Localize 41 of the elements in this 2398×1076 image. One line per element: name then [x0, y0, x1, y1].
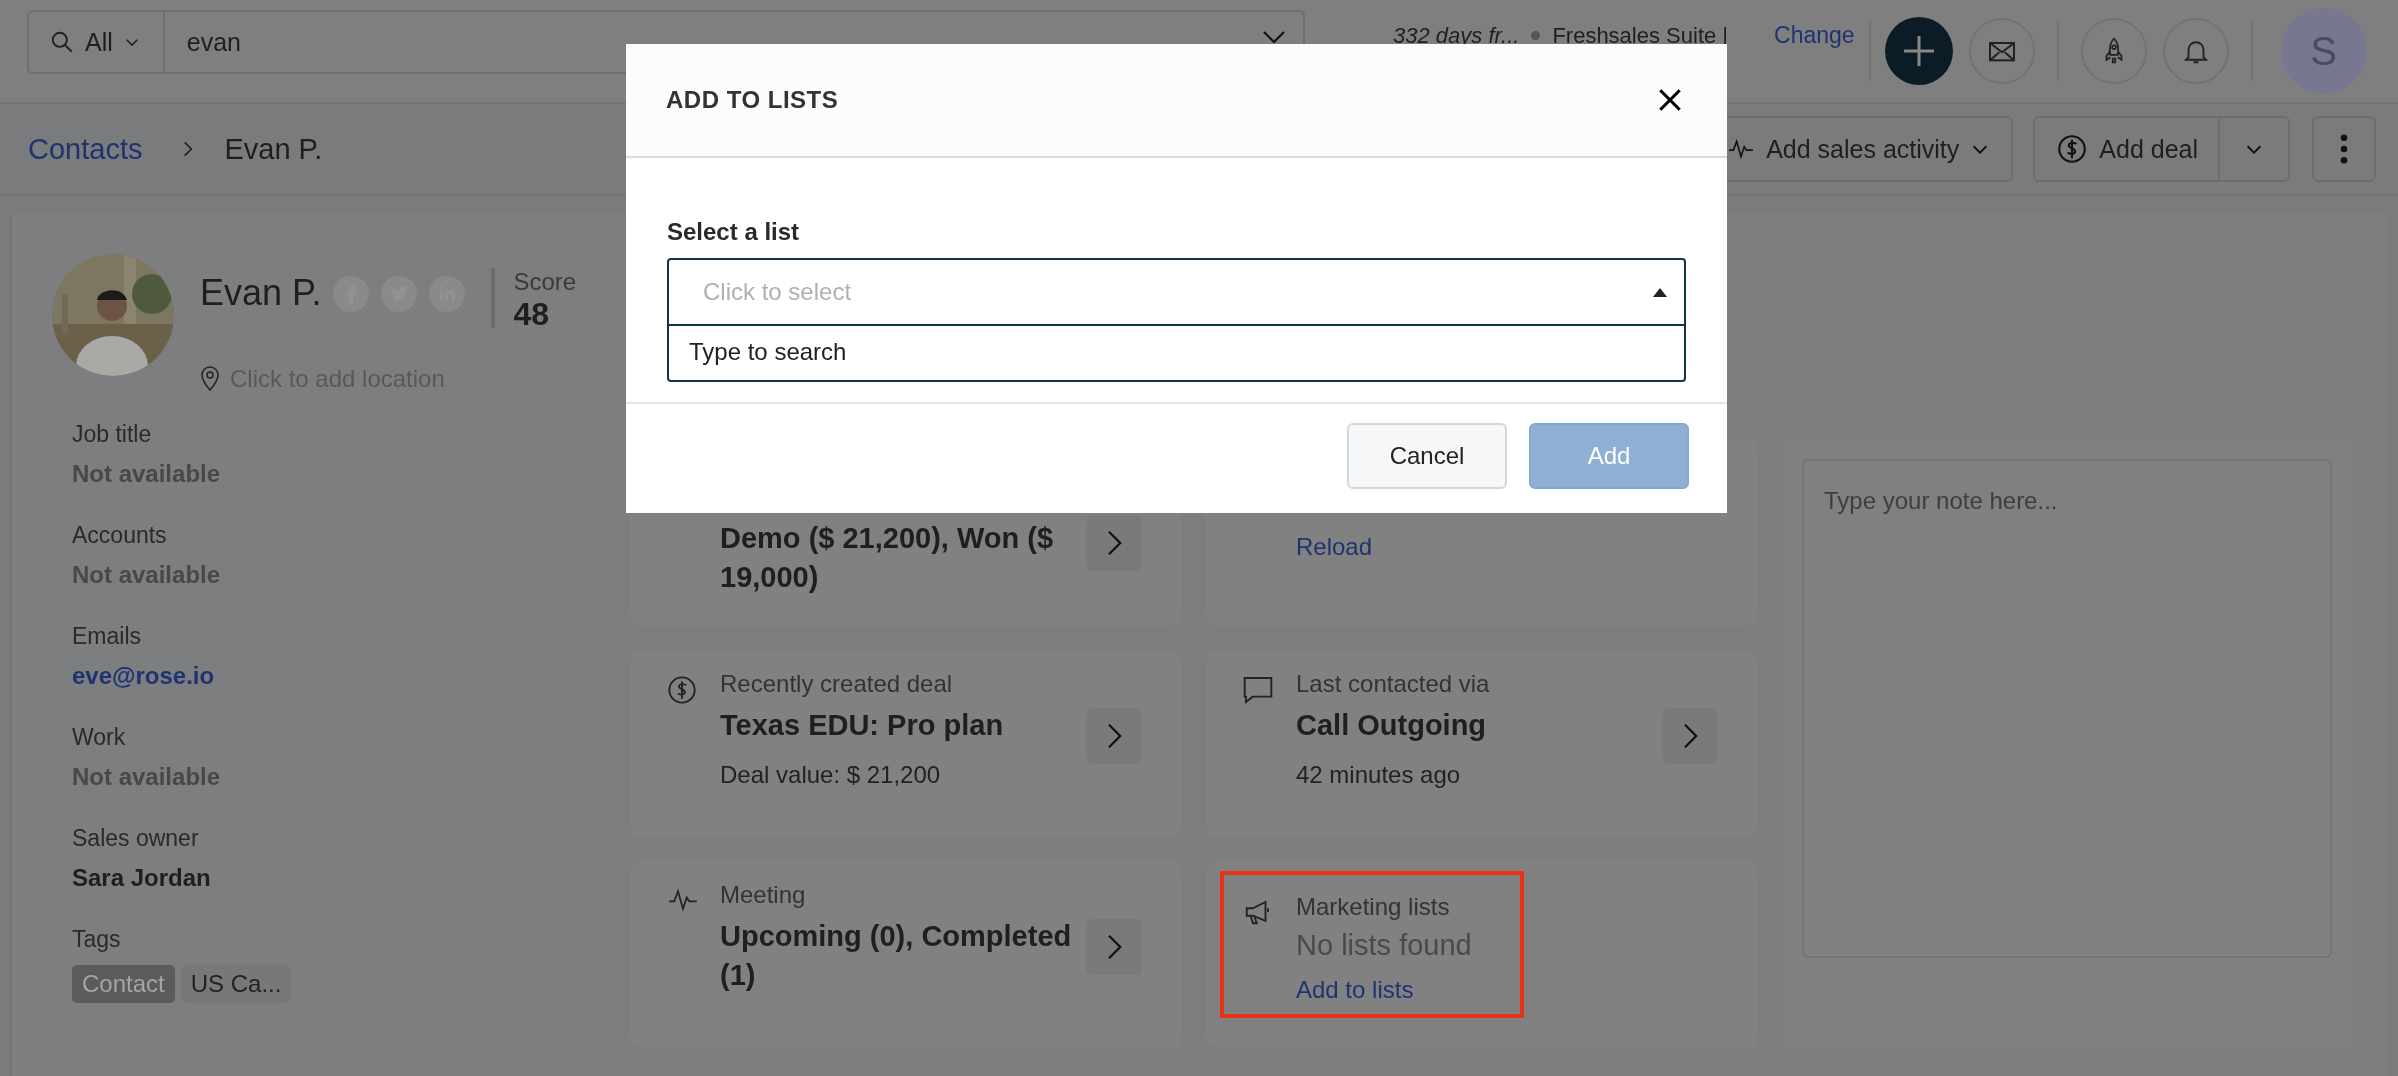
- highlight-detail: 42 minutes ago: [1296, 761, 1462, 790]
- field-value: Sara Jordan: [72, 864, 212, 892]
- empty-state-text: No lists found: [1296, 929, 1472, 962]
- field-label: Job title: [72, 421, 153, 448]
- field-label: Emails: [72, 623, 142, 650]
- card-link[interactable]: Reload: [1296, 533, 1373, 561]
- score-label: Score: [513, 268, 577, 296]
- email-link[interactable]: eve@rose.io: [72, 662, 602, 690]
- field-label: Work: [72, 724, 127, 751]
- field-label: Sales owner: [72, 825, 200, 852]
- field-value: Not available: [72, 460, 222, 488]
- field-label: Select a list: [667, 218, 801, 246]
- highlight-label: Last contacted via: [1296, 670, 1490, 698]
- score-value: 48: [513, 296, 551, 333]
- scope-dropdown[interactable]: All: [27, 10, 165, 74]
- breadcrumb-link[interactable]: Contacts: [28, 132, 143, 166]
- highlight-detail: Deal value: $ 21,200: [720, 761, 942, 790]
- highlight-label: Meeting: [720, 881, 807, 909]
- search-input[interactable]: evan: [164, 26, 1259, 58]
- card-link[interactable]: Add to lists: [1296, 976, 1472, 1004]
- highlight-value: Texas EDU: Pro plan: [720, 708, 1004, 743]
- tag[interactable]: Contact: [72, 965, 175, 1003]
- contact-name: Evan P.: [200, 272, 322, 314]
- trial-text: 332 days fr...: [1393, 22, 1520, 49]
- highlight-value: Call Outgoing: [1296, 708, 1488, 743]
- note-field[interactable]: Type your note here...: [1802, 459, 2332, 958]
- highlight-label: Marketing lists: [1296, 893, 1451, 921]
- dropdown-hint: Type to search: [688, 337, 848, 367]
- highlight-value: Demo ($ 21,200), Won ($ 19,000): [720, 521, 1055, 596]
- field-value: Not available: [72, 561, 222, 589]
- change-link[interactable]: Change: [1774, 22, 1855, 49]
- field-value: Not available: [72, 763, 222, 791]
- list-select[interactable]: Click to select: [669, 260, 1684, 326]
- highlight-label: Recently created deal: [720, 670, 954, 698]
- cancel-button[interactable]: Cancel: [1347, 422, 1507, 489]
- dialog-title: ADD TO LISTS: [666, 86, 839, 114]
- tag[interactable]: US Ca...: [180, 965, 292, 1003]
- field-label: Tags: [72, 926, 122, 953]
- breadcrumb-current: Evan P.: [224, 132, 323, 166]
- highlight-value: Upcoming (0), Completed (1): [720, 919, 1073, 994]
- field-label: Accounts: [72, 522, 168, 549]
